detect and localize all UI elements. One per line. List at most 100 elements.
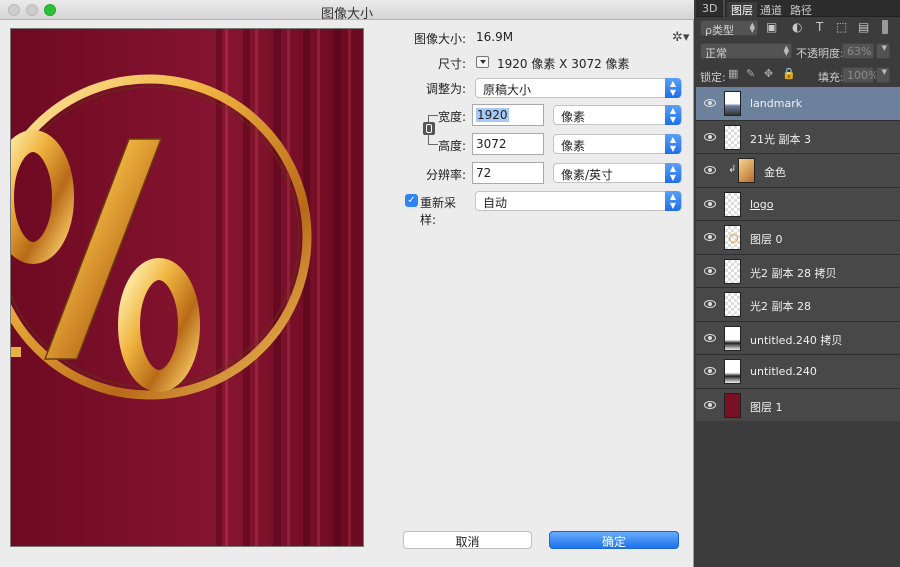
filter-toggle[interactable] — [882, 20, 888, 34]
height-unit-value: 像素 — [561, 139, 586, 153]
tab-layers[interactable]: 图层 — [727, 2, 757, 17]
lock-all-icon[interactable]: 🔒 — [782, 67, 796, 80]
fill-label: 填充: — [818, 71, 844, 84]
height-label: 高度: — [437, 139, 466, 153]
layer-row[interactable]: untitled.240 — [696, 355, 900, 389]
layer-thumbnail — [724, 225, 741, 250]
blend-mode-select[interactable]: 正常 ▲ ▼ — [700, 43, 792, 60]
eye-icon[interactable] — [704, 266, 716, 275]
layer-row[interactable]: 光2 副本 28 — [696, 288, 900, 322]
eye-icon[interactable] — [704, 300, 716, 308]
height-field[interactable]: 3072 — [472, 133, 544, 155]
layer-row[interactable]: landmark — [696, 87, 900, 121]
eye-icon[interactable] — [704, 233, 716, 241]
chevron-updown-icon: ▲ ▼ — [665, 191, 681, 211]
fit-to-value: 原稿大小 — [483, 83, 532, 97]
lock-position-icon[interactable]: ✥ — [764, 67, 773, 80]
layer-filter-select[interactable]: ρ类型 ▲ ▼ — [700, 20, 758, 37]
eye-icon[interactable] — [704, 333, 716, 342]
resolution-unit-select[interactable]: 像素/英寸 ▲ ▼ — [553, 163, 682, 183]
layer-thumbnail — [724, 392, 741, 418]
image-size-label: 图像大小: — [413, 32, 466, 46]
lock-transparent-icon[interactable]: ▦ — [728, 67, 738, 80]
chevron-down-icon: ▼ — [881, 68, 887, 76]
chevron-updown-icon: ▲ ▼ — [665, 78, 681, 98]
adjustment-filter-icon[interactable]: ◐ — [792, 20, 802, 34]
fill-slider-button[interactable]: ▼ — [876, 67, 890, 83]
blend-mode-value: 正常 — [705, 47, 727, 60]
tab-paths[interactable]: 路径 — [786, 2, 816, 17]
opacity-label: 不透明度: — [796, 47, 844, 60]
layer-thumbnail — [724, 325, 741, 351]
tab-channels[interactable]: 通道 — [756, 2, 786, 17]
layer-thumbnail — [724, 292, 741, 317]
tab-3d[interactable]: 3D — [698, 2, 721, 17]
chevron-updown-icon: ▲ ▼ — [783, 44, 789, 57]
resolution-unit-value: 像素/英寸 — [561, 168, 614, 182]
chevron-down-icon: ▼ — [881, 44, 887, 52]
eye-icon[interactable] — [704, 166, 716, 174]
layer-name: 图层 0 — [750, 233, 783, 246]
resolution-label: 分辨率: — [425, 168, 466, 182]
height-unit-select[interactable]: 像素 ▲ ▼ — [553, 134, 682, 154]
fit-to-label: 调整为: — [425, 82, 466, 96]
panel-tabs: 3D 图层 通道 路径 — [696, 0, 900, 17]
width-value: 1920 — [476, 108, 509, 122]
layer-name: 图层 1 — [750, 400, 783, 414]
ok-button[interactable]: 确定 — [549, 531, 679, 549]
chevron-updown-icon: ▲ ▼ — [665, 105, 681, 125]
clipping-mask-icon: ↲ — [728, 164, 737, 175]
layer-row[interactable]: untitled.240 拷贝 — [696, 321, 900, 355]
lock-image-icon[interactable]: ✎ — [746, 67, 755, 80]
width-field[interactable]: 1920 — [472, 104, 544, 126]
width-unit-select[interactable]: 像素 ▲ ▼ — [553, 105, 682, 125]
eye-icon[interactable] — [704, 199, 716, 208]
eye-icon[interactable] — [704, 99, 716, 107]
opacity-slider-button[interactable]: ▼ — [876, 43, 890, 59]
window-title: 图像大小 — [320, 7, 373, 22]
smart-object-filter-icon[interactable]: ▤ — [858, 20, 869, 34]
layers-empty-area — [696, 421, 900, 567]
opacity-field[interactable]: 63% — [842, 43, 874, 59]
chevron-updown-icon: ▲ ▼ — [665, 134, 681, 154]
eye-icon[interactable] — [704, 132, 716, 141]
cancel-button[interactable]: 取消 — [403, 531, 532, 549]
image-preview[interactable] — [10, 28, 364, 547]
fit-to-select[interactable]: 原稿大小 ▲ ▼ — [475, 78, 682, 98]
layer-row[interactable]: 光2 副本 28 拷贝 — [696, 254, 900, 288]
chevron-updown-icon: ▲ ▼ — [749, 21, 755, 34]
fill-field[interactable]: 100% — [842, 67, 878, 83]
layer-thumbnail — [724, 124, 741, 150]
layer-thumbnail — [724, 91, 741, 116]
resolution-field[interactable]: 72 — [472, 162, 544, 184]
eye-icon[interactable] — [704, 367, 716, 375]
layer-name: landmark — [750, 97, 803, 110]
pixel-filter-icon[interactable]: ▣ — [766, 20, 777, 34]
layer-row[interactable]: 21光 副本 3 — [696, 120, 900, 154]
chevron-updown-icon: ▲ ▼ — [665, 163, 681, 183]
layer-name: logo — [750, 197, 774, 211]
image-size-dialog: 图像大小 图像大小: 16.9M ✲▾ 尺寸: 1920 像素 X 3072 像… — [0, 0, 694, 567]
resample-checkbox[interactable]: ✓ — [405, 194, 418, 207]
layer-row[interactable]: logo — [696, 187, 900, 221]
lock-label: 锁定: — [700, 71, 726, 84]
preview-artwork — [11, 29, 363, 546]
layer-filter-value: ρ类型 — [705, 24, 734, 37]
layer-name: 金色 — [764, 166, 786, 179]
layer-row[interactable]: ↲ 金色 — [696, 154, 900, 188]
layer-row[interactable]: 图层 0 — [696, 221, 900, 255]
layers-panel: 3D 图层 通道 路径 ρ类型 ▲ ▼ ▣ ◐ T ⬚ ▤ 正常 ▲ ▼ 不透明度:… — [696, 0, 900, 567]
type-filter-icon[interactable]: T — [816, 20, 823, 34]
dimensions-unit-dropdown[interactable] — [476, 56, 489, 68]
image-size-value: 16.9M — [476, 30, 514, 44]
layers-list: landmark 21光 副本 3 ↲ 金色 logo 图层 0 光2 副本 2… — [696, 87, 900, 422]
layer-name: 光2 副本 28 拷贝 — [750, 266, 837, 280]
gear-icon[interactable]: ✲▾ — [672, 30, 689, 45]
layer-name: 光2 副本 28 — [750, 300, 811, 313]
layer-thumbnail — [738, 158, 755, 183]
eye-icon[interactable] — [704, 400, 716, 409]
layer-row[interactable]: 图层 1 — [696, 388, 900, 422]
shape-filter-icon[interactable]: ⬚ — [836, 20, 847, 34]
resample-select[interactable]: 自动 ▲ ▼ — [475, 191, 682, 211]
dimensions-value: 1920 像素 X 3072 像素 — [497, 57, 630, 71]
